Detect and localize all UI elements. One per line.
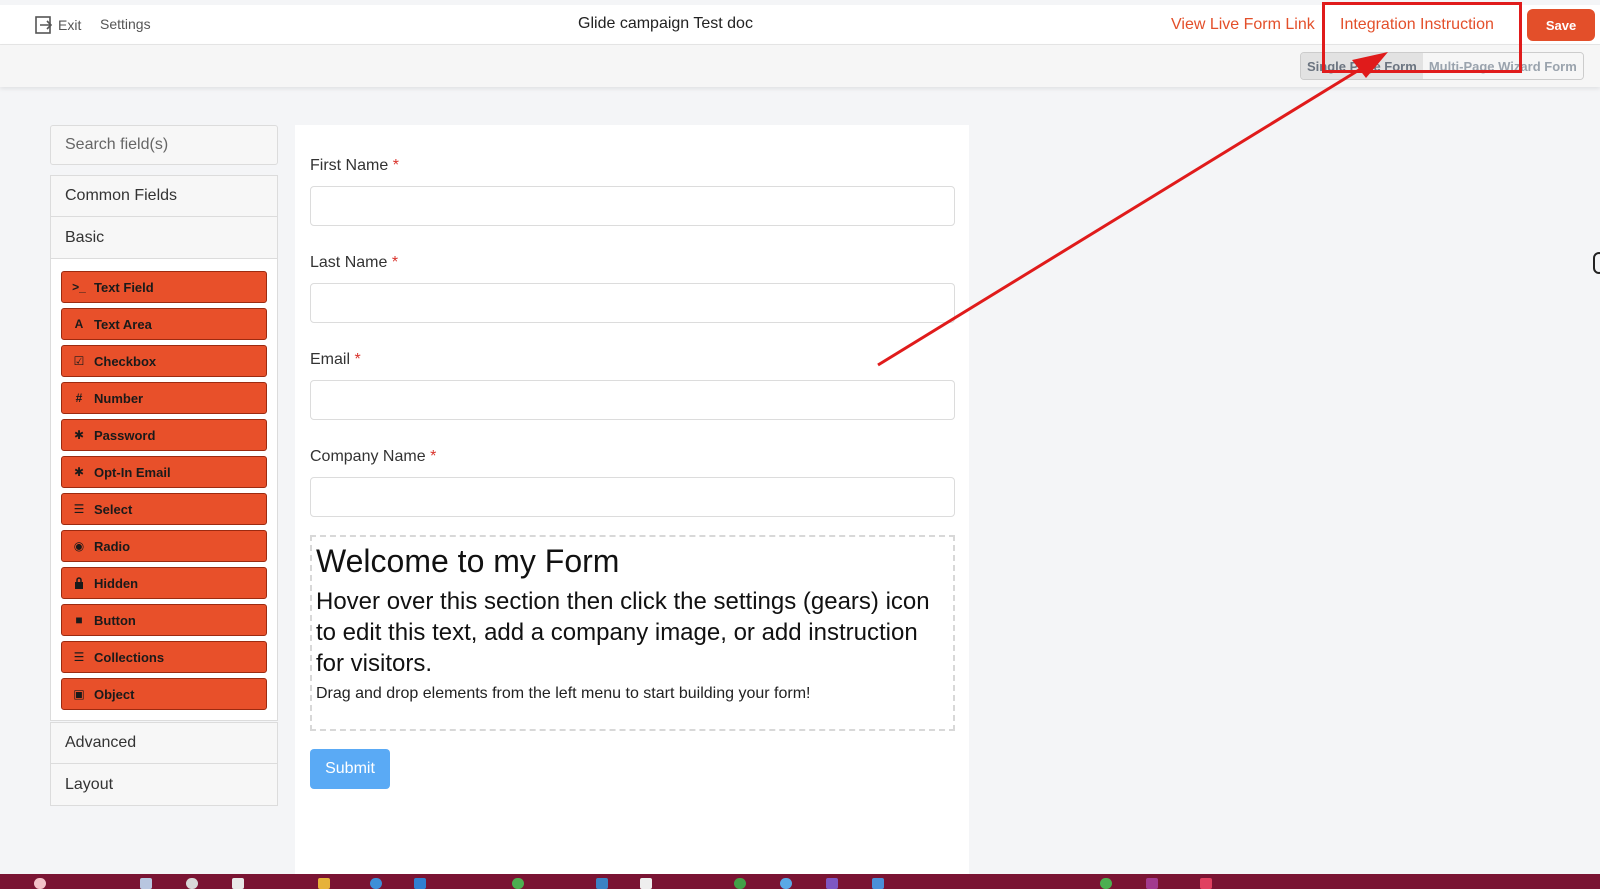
section-advanced[interactable]: Advanced bbox=[50, 722, 278, 764]
welcome-heading: Welcome to my Form bbox=[316, 543, 620, 579]
field-button-label: Opt-In Email bbox=[94, 464, 171, 480]
form-mode-bar: Single Page Form Multi-Page Wizard Form bbox=[0, 45, 1600, 87]
top-bar: Exit Settings Glide campaign Test doc Vi… bbox=[0, 5, 1600, 45]
form-canvas: First Name * Last Name * Email * Company… bbox=[295, 125, 969, 879]
field-button-label: Hidden bbox=[94, 575, 139, 591]
field-label-text: Email bbox=[310, 351, 351, 368]
add-object-button[interactable]: ▣ Object bbox=[61, 678, 267, 710]
welcome-content-block[interactable]: Welcome to my Form Hover over this secti… bbox=[310, 535, 955, 731]
document-title: Glide campaign Test doc bbox=[578, 15, 753, 32]
required-marker: * bbox=[354, 351, 361, 368]
start-icon[interactable] bbox=[34, 878, 46, 889]
required-marker: * bbox=[430, 448, 437, 465]
field-button-label: Text Field bbox=[94, 279, 154, 295]
taskbar-app-icon[interactable] bbox=[512, 878, 524, 889]
field-label-text: First Name bbox=[310, 157, 389, 174]
field-label-text: Last Name bbox=[310, 254, 388, 271]
taskbar-app-icon[interactable] bbox=[734, 878, 746, 889]
object-icon: ▣ bbox=[73, 687, 85, 701]
welcome-subheading: Hover over this section then click the s… bbox=[316, 588, 930, 677]
section-basic[interactable]: Basic bbox=[50, 217, 278, 259]
add-select-button[interactable]: ☰ Select bbox=[61, 493, 267, 525]
submit-button[interactable]: Submit bbox=[310, 749, 390, 789]
add-text-field-button[interactable]: >_ Text Field bbox=[61, 271, 267, 303]
integration-instruction-link[interactable]: Integration Instruction bbox=[1340, 16, 1494, 34]
check-square-icon: ☑ bbox=[73, 354, 85, 368]
add-radio-button[interactable]: ◉ Radio bbox=[61, 530, 267, 562]
field-button-label: Button bbox=[94, 612, 136, 628]
field-label-text: Company Name bbox=[310, 448, 426, 465]
taskbar-app-icon[interactable] bbox=[1146, 878, 1158, 889]
hash-icon: # bbox=[75, 391, 83, 405]
view-live-form-link[interactable]: View Live Form Link bbox=[1171, 16, 1315, 34]
email-input[interactable] bbox=[310, 380, 955, 420]
section-common-fields[interactable]: Common Fields bbox=[50, 175, 278, 217]
company-name-input[interactable] bbox=[310, 477, 955, 517]
taskbar-app-icon[interactable] bbox=[596, 878, 608, 889]
add-opt-in-email-button[interactable]: ✱ Opt-In Email bbox=[61, 456, 267, 488]
field-button-label: Select bbox=[94, 501, 133, 517]
add-hidden-button[interactable]: Hidden bbox=[61, 567, 267, 599]
taskbar-app-icon[interactable] bbox=[780, 878, 792, 889]
required-marker: * bbox=[391, 254, 399, 271]
company-name-label: Company Name * bbox=[310, 448, 436, 466]
add-checkbox-button[interactable]: ☑ Checkbox bbox=[61, 345, 267, 377]
multi-page-wizard-form-option[interactable]: Multi-Page Wizard Form bbox=[1422, 53, 1583, 79]
add-number-button[interactable]: # Number bbox=[61, 382, 267, 414]
dot-circle-icon: ◉ bbox=[73, 539, 85, 553]
first-name-input[interactable] bbox=[310, 186, 955, 226]
field-button-label: Checkbox bbox=[94, 353, 157, 369]
first-name-label: First Name * bbox=[310, 157, 399, 175]
search-fields-input[interactable] bbox=[50, 125, 278, 165]
cursor-edge-glyph bbox=[1593, 252, 1600, 274]
field-button-label: Number bbox=[94, 390, 144, 406]
asterisk-icon: ✱ bbox=[73, 465, 85, 479]
lock-icon bbox=[72, 577, 86, 589]
add-text-area-button[interactable]: A Text Area bbox=[61, 308, 267, 340]
taskbar-app-icon[interactable] bbox=[186, 878, 198, 889]
section-layout[interactable]: Layout bbox=[50, 764, 278, 806]
single-page-form-option[interactable]: Single Page Form bbox=[1301, 53, 1423, 79]
welcome-paragraph: Drag and drop elements from the left men… bbox=[316, 685, 811, 702]
taskbar-app-icon[interactable] bbox=[1200, 878, 1212, 889]
required-marker: * bbox=[392, 157, 399, 174]
save-button[interactable]: Save bbox=[1527, 9, 1595, 41]
add-collections-button[interactable]: ☰ Collections bbox=[61, 641, 267, 673]
taskbar-app-icon[interactable] bbox=[140, 878, 152, 889]
list-icon: ☰ bbox=[73, 502, 85, 516]
basic-fields-list: >_ Text Field A Text Area ☑ Checkbox # N… bbox=[50, 259, 278, 721]
font-icon: A bbox=[74, 317, 84, 331]
asterisk-icon: ✱ bbox=[73, 428, 85, 442]
taskbar-app-icon[interactable] bbox=[232, 878, 244, 889]
taskbar-app-icon[interactable] bbox=[640, 878, 652, 889]
field-button-label: Radio bbox=[94, 538, 131, 554]
last-name-label: Last Name * bbox=[310, 254, 398, 272]
taskbar-app-icon[interactable] bbox=[1100, 878, 1112, 889]
field-sidebar: Common Fields Basic >_ Text Field A Text… bbox=[50, 125, 278, 806]
field-button-label: Text Area bbox=[94, 316, 152, 332]
taskbar-app-icon[interactable] bbox=[872, 878, 884, 889]
terminal-icon: >_ bbox=[72, 280, 86, 294]
email-label: Email * bbox=[310, 351, 361, 369]
stop-icon: ■ bbox=[75, 613, 83, 627]
field-button-label: Collections bbox=[94, 649, 165, 665]
add-password-button[interactable]: ✱ Password bbox=[61, 419, 267, 451]
field-button-label: Object bbox=[94, 686, 135, 702]
os-taskbar bbox=[0, 874, 1600, 889]
list-icon: ☰ bbox=[73, 650, 85, 664]
taskbar-app-icon[interactable] bbox=[414, 878, 426, 889]
add-button-button[interactable]: ■ Button bbox=[61, 604, 267, 636]
taskbar-app-icon[interactable] bbox=[370, 878, 382, 889]
last-name-input[interactable] bbox=[310, 283, 955, 323]
taskbar-app-icon[interactable] bbox=[318, 878, 330, 889]
form-mode-toggle: Single Page Form Multi-Page Wizard Form bbox=[1300, 52, 1584, 80]
taskbar-app-icon[interactable] bbox=[826, 878, 838, 889]
field-button-label: Password bbox=[94, 427, 156, 443]
